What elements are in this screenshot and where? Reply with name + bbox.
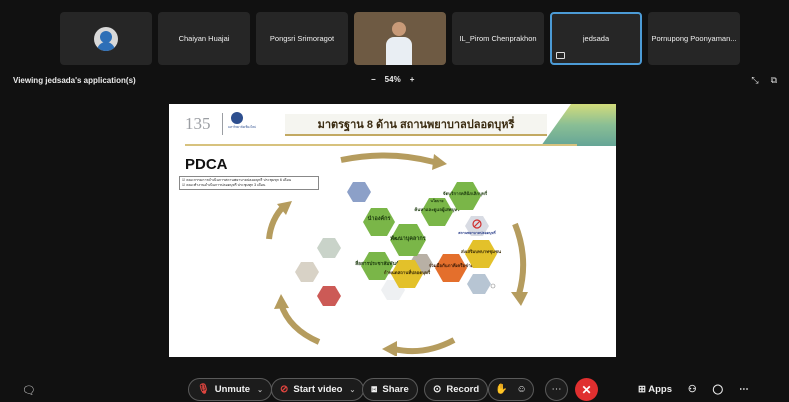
- apps-icon: ⊞: [638, 384, 649, 395]
- right-tools: ⊞ Apps ⚇ ◯ ⋯: [638, 384, 749, 395]
- reaction-icon[interactable]: ☺: [516, 384, 526, 395]
- hex-label: นโยบาย: [431, 198, 444, 203]
- cycle-arrow-left: [266, 203, 287, 240]
- share-label: Share: [382, 384, 409, 395]
- participant-avatar: [94, 26, 118, 51]
- start-video-label: Start video: [293, 384, 343, 395]
- standard-hex-network: [435, 254, 467, 282]
- slide-title: มาตรฐาน 8 ด้าน สถานพยาบาลปลอดบุหรี่: [285, 114, 547, 136]
- cycle-arrowhead: [432, 154, 447, 170]
- more-options-button[interactable]: ⋯: [545, 378, 568, 401]
- cycle-arrow-bottom-left: [278, 302, 321, 345]
- cycle-arrow-top: [340, 152, 435, 165]
- mic-muted-icon: 🎙: [197, 384, 210, 395]
- share-screen-icon: ⧈: [371, 384, 378, 395]
- hex-label: นำองค์กร: [368, 215, 391, 222]
- raise-hand-icon[interactable]: ✋: [495, 384, 507, 395]
- university-emblem-icon: [231, 112, 243, 124]
- cycle-arrowhead: [511, 292, 528, 306]
- logo-divider: [222, 113, 223, 135]
- participant-tile[interactable]: Pongsri Srimoragot: [256, 12, 348, 65]
- cycle-arrow-right: [512, 222, 527, 295]
- cycle-arrowhead: [382, 341, 397, 356]
- start-video-button[interactable]: ⊘ Start video ⌄: [271, 378, 365, 401]
- participants-icon[interactable]: ⚇: [688, 384, 697, 395]
- hex-label: พัฒนาบุคลากร: [389, 235, 425, 242]
- chat-bubble-icon[interactable]: ◯: [713, 384, 724, 395]
- participant-tile[interactable]: Chaiyan Huajai: [158, 12, 250, 65]
- more-icon: ⋯: [551, 384, 562, 395]
- participant-tile-avatar[interactable]: [60, 12, 152, 65]
- reactions-group: ✋ ☺: [488, 378, 534, 401]
- photo-hex: [467, 274, 491, 294]
- hex-label: ค้นหาและดูแลผู้เสพบุหรี่: [414, 206, 460, 213]
- record-button[interactable]: ⊙ Record: [424, 378, 489, 401]
- photo-hex: [317, 286, 341, 306]
- participant-strip: Chaiyan Huajai Pongsri Srimoragot IL_Pir…: [60, 12, 740, 66]
- zoom-control: − 54% +: [371, 75, 414, 84]
- participant-video-tile[interactable]: [354, 12, 446, 65]
- apps-button[interactable]: ⊞ Apps: [638, 384, 672, 395]
- chevron-down-icon[interactable]: ⌄: [257, 386, 263, 394]
- close-icon: ✕: [581, 382, 592, 397]
- participant-tile[interactable]: IL_Pirom Chenprakhon: [452, 12, 544, 65]
- hex-label: ร่วมมือกับภาคีเครือข่าย: [429, 262, 474, 268]
- slide-header: 135 มหาวิทยาลัยเชียงใหม่ มาตรฐาน 8 ด้าน …: [169, 104, 616, 146]
- participant-video-person: [386, 22, 412, 65]
- overflow-icon[interactable]: ⋯: [739, 384, 749, 395]
- decorative-stripe: [541, 104, 616, 146]
- meeting-toolbar: 🗨 🎙 Unmute ⌄ ⊘ Start video ⌄ ⧈ Share ⊙ R…: [0, 372, 789, 402]
- participant-name: Pornupong Poonyaman...: [651, 34, 737, 43]
- leave-meeting-button[interactable]: ✕: [575, 378, 598, 401]
- apps-label: Apps: [648, 384, 672, 395]
- share-button[interactable]: ⧈ Share: [362, 378, 418, 401]
- participant-name: IL_Pirom Chenprakhon: [459, 34, 537, 43]
- shared-slide: 135 มหาวิทยาลัยเชียงใหม่ มาตรฐาน 8 ด้าน …: [169, 104, 616, 357]
- photo-hex: [317, 238, 341, 258]
- zoom-in-button[interactable]: +: [410, 75, 415, 84]
- standard-hex-lead: [363, 208, 395, 236]
- cycle-arrowhead: [274, 294, 289, 309]
- hex-label: ส่งเสริมบทบาทชุมชน: [461, 248, 501, 255]
- participant-tile[interactable]: Pornupong Poonyaman...: [648, 12, 740, 65]
- record-icon: ⊙: [433, 384, 442, 395]
- view-options: ⤡ ⧉: [751, 75, 777, 86]
- participant-name: Pongsri Srimoragot: [269, 34, 335, 43]
- cycle-arrow-bottom: [393, 337, 456, 355]
- screen-share-icon: [556, 52, 565, 59]
- popout-icon[interactable]: ⧉: [771, 75, 777, 86]
- hex-label: กำหนดสถานที่ปลอดบุหรี่: [384, 269, 431, 276]
- hex-label: จัดบริการคลินิกเลิกบุหรี่: [443, 190, 488, 197]
- camera-off-icon: ⊘: [280, 384, 289, 395]
- participant-name: Chaiyan Huajai: [178, 34, 230, 43]
- unmute-button[interactable]: 🎙 Unmute ⌄: [188, 378, 272, 401]
- zoom-out-button[interactable]: −: [371, 75, 376, 84]
- photo-hex: [347, 182, 371, 202]
- unmute-label: Unmute: [214, 384, 251, 395]
- participant-tile-active[interactable]: jedsada: [550, 12, 642, 65]
- standard-hex-ethics: [449, 182, 481, 210]
- anniversary-logo: 135: [185, 114, 211, 133]
- standards-hex-diagram: นำองค์กร พัฒนาบุคลากร สื่อสารประชาสัมพัน…: [266, 152, 528, 356]
- decorative-dot: [490, 283, 496, 289]
- zoom-level: 54%: [384, 75, 401, 84]
- logo-caption: มหาวิทยาลัยเชียงใหม่: [228, 125, 257, 129]
- chevron-down-icon[interactable]: ⌄: [350, 386, 356, 394]
- viewing-label: Viewing jedsada's application(s): [13, 76, 136, 85]
- participant-name: jedsada: [582, 34, 610, 43]
- photo-hex: [295, 262, 319, 282]
- chat-icon[interactable]: 🗨: [22, 384, 36, 397]
- record-label: Record: [446, 384, 480, 395]
- pdca-heading: PDCA: [185, 156, 228, 173]
- collapse-icon[interactable]: ⤡: [751, 75, 758, 86]
